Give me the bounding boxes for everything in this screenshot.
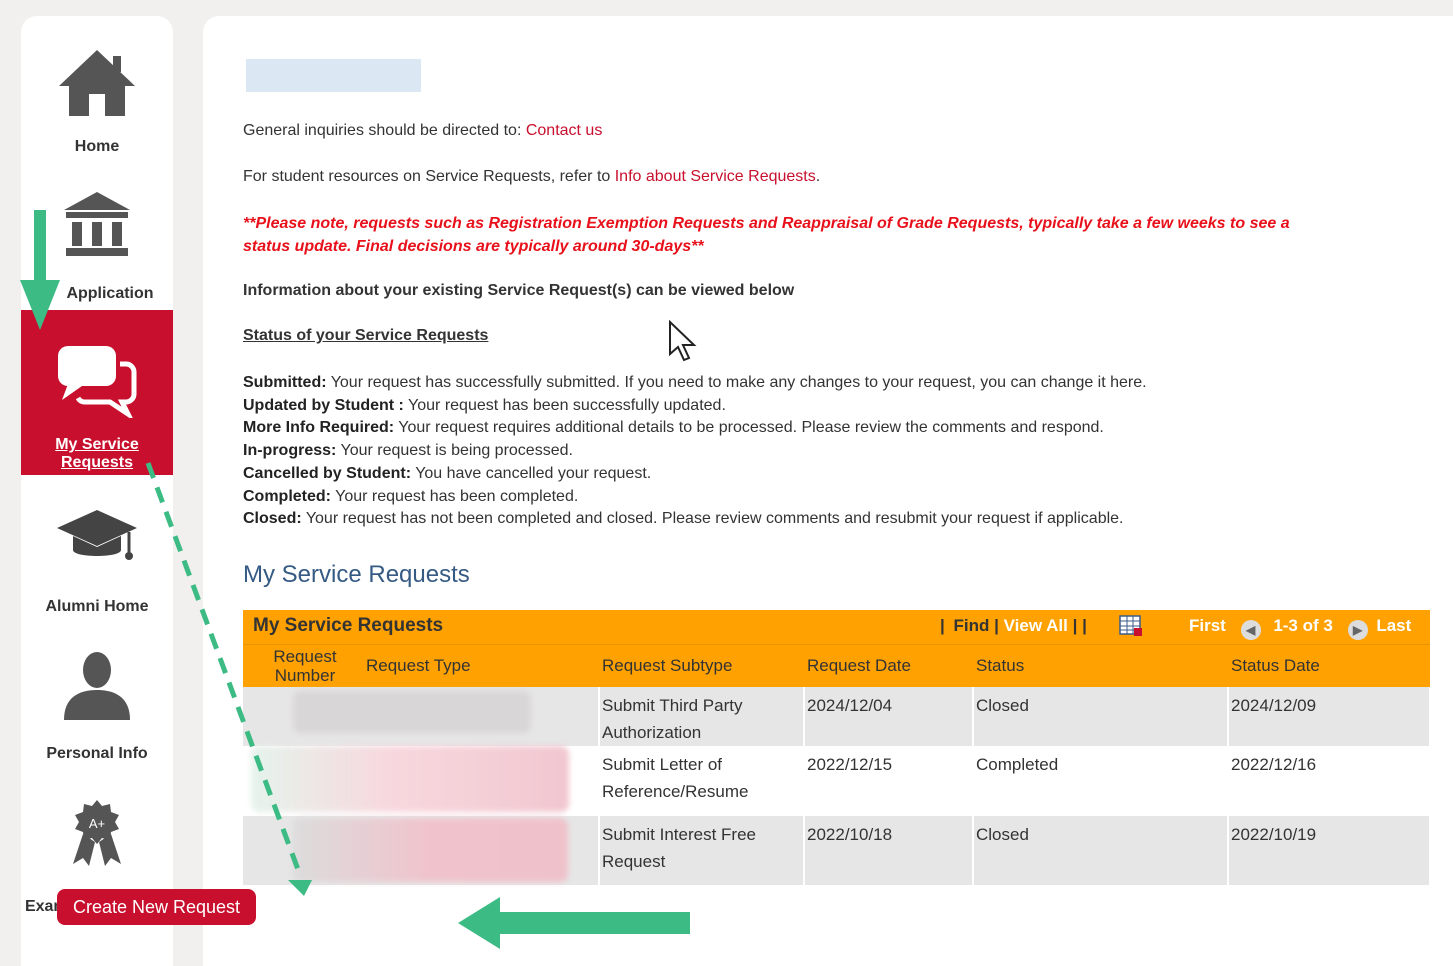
col-request-number[interactable]: Request Number bbox=[270, 647, 340, 685]
sidebar-item-my-service-requests[interactable]: My Service Requests bbox=[21, 310, 173, 475]
info-service-requests-link[interactable]: Info about Service Requests bbox=[615, 168, 816, 185]
sidebar-item-label: Home bbox=[74, 138, 120, 155]
svg-text:A+: A+ bbox=[89, 816, 105, 831]
status-def: Cancelled by Student: You have cancelled… bbox=[243, 464, 652, 482]
request-date-cell: 2024/12/04 bbox=[804, 687, 974, 746]
separator: | bbox=[940, 616, 945, 635]
table-row[interactable]: Submit Third Party Authorization 2024/12… bbox=[243, 687, 1431, 746]
status-cell: Closed bbox=[973, 816, 1229, 885]
chat-bubbles-icon bbox=[58, 346, 137, 418]
page-range: 1-3 of 3 bbox=[1273, 616, 1333, 635]
sidebar-item-alumni-home[interactable]: Alumni Home bbox=[21, 506, 173, 616]
resources-end: . bbox=[815, 168, 821, 185]
table-row[interactable]: Submit Interest Free Request 2022/10/18 … bbox=[243, 816, 1431, 885]
requests-table: Submit Third Party Authorization 2024/12… bbox=[243, 687, 1431, 885]
status-def: Completed: Your request has been complet… bbox=[243, 487, 579, 505]
resources-text: For student resources on Service Request… bbox=[243, 168, 615, 185]
person-icon bbox=[64, 652, 130, 720]
contact-us-link[interactable]: Contact us bbox=[526, 122, 602, 139]
page-title-redacted bbox=[246, 59, 421, 92]
inquiries-line: General inquiries should be directed to:… bbox=[243, 122, 602, 140]
status-definitions: Submitted: Your request has successfully… bbox=[243, 372, 1147, 531]
status-cell: Completed bbox=[973, 746, 1229, 816]
warning-notice: **Please note, requests such as Registra… bbox=[243, 215, 1290, 255]
main-panel: General inquiries should be directed to:… bbox=[203, 16, 1453, 966]
view-all-link[interactable]: View All bbox=[1004, 616, 1068, 635]
graduation-cap-icon bbox=[57, 510, 137, 560]
grid-pager: First ◀ 1-3 of 3 ▶ Last bbox=[1189, 616, 1411, 640]
info-heading: Information about your existing Service … bbox=[243, 282, 795, 299]
grid-column-headers: Request Number Request Type Request Subt… bbox=[243, 644, 1430, 687]
service-requests-grid: My Service Requests | Find | View All | … bbox=[243, 610, 1431, 885]
status-def: In-progress: Your request is being proce… bbox=[243, 442, 573, 460]
request-subtype-cell: Submit Letter of Reference/Resume bbox=[599, 746, 805, 816]
sidebar-item-label: Application bbox=[66, 285, 154, 302]
section-title: My Service Requests bbox=[243, 561, 470, 588]
status-date-cell: 2022/10/19 bbox=[1228, 816, 1431, 885]
separator: | bbox=[1072, 616, 1078, 635]
status-heading: Status of your Service Requests bbox=[243, 327, 489, 344]
sidebar-item-label: Alumni Home bbox=[45, 598, 149, 615]
institution-icon bbox=[64, 192, 130, 256]
request-date-cell: 2022/10/18 bbox=[804, 816, 974, 885]
next-icon[interactable]: ▶ bbox=[1347, 620, 1368, 640]
mouse-cursor-icon bbox=[669, 320, 697, 362]
request-date-cell: 2022/12/15 bbox=[804, 746, 974, 816]
status-def: More Info Required: Your request require… bbox=[243, 419, 1104, 437]
status-def: Updated by Student : Your request has be… bbox=[243, 396, 726, 414]
redacted-cell bbox=[243, 687, 600, 746]
col-request-subtype[interactable]: Request Subtype bbox=[602, 656, 732, 676]
sidebar-item-label: Personal Info bbox=[46, 745, 148, 762]
status-date-cell: 2022/12/16 bbox=[1228, 746, 1431, 816]
status-cell: Closed bbox=[973, 687, 1229, 746]
status-def: Closed: Your request has not been comple… bbox=[243, 510, 1124, 528]
sidebar: Home Application My Service Requests Alu… bbox=[21, 16, 173, 966]
resources-line: For student resources on Service Request… bbox=[243, 168, 820, 186]
prev-icon[interactable]: ◀ bbox=[1240, 620, 1261, 640]
status-def: Submitted: Your request has successfully… bbox=[243, 374, 1147, 391]
grid-title: My Service Requests bbox=[253, 615, 444, 636]
find-link[interactable]: Find bbox=[954, 616, 990, 635]
col-status-date[interactable]: Status Date bbox=[1231, 656, 1320, 676]
table-row[interactable]: Submit Letter of Reference/Resume 2022/1… bbox=[243, 746, 1431, 816]
inquiries-text: General inquiries should be directed to: bbox=[243, 122, 526, 139]
request-subtype-cell: Submit Third Party Authorization bbox=[599, 687, 805, 746]
col-status[interactable]: Status bbox=[976, 656, 1024, 676]
request-subtype-cell: Submit Interest Free Request bbox=[599, 816, 805, 885]
grid-header: My Service Requests | Find | View All | … bbox=[243, 610, 1430, 644]
award-ribbon-icon: A+ bbox=[73, 800, 121, 866]
redacted-cell bbox=[243, 816, 600, 885]
status-date-cell: 2024/12/09 bbox=[1228, 687, 1431, 746]
col-request-type[interactable]: Request Type bbox=[366, 656, 471, 676]
spreadsheet-download-icon[interactable] bbox=[1119, 615, 1143, 637]
grid-nav-left: | Find | View All | | bbox=[940, 616, 1087, 636]
sidebar-item-home[interactable]: Home bbox=[21, 46, 173, 166]
col-request-date[interactable]: Request Date bbox=[807, 656, 911, 676]
first-link[interactable]: First bbox=[1189, 616, 1226, 635]
separator: | bbox=[1082, 616, 1087, 635]
last-link[interactable]: Last bbox=[1376, 616, 1411, 635]
separator: | bbox=[994, 616, 999, 635]
sidebar-item-personal-info[interactable]: Personal Info bbox=[21, 650, 173, 770]
create-new-request-button[interactable]: Create New Request bbox=[57, 889, 256, 925]
home-icon bbox=[59, 50, 135, 116]
sidebar-item-label: My Service Requests bbox=[55, 436, 139, 471]
sidebar-item-application[interactable]: Application bbox=[21, 190, 173, 310]
redacted-cell bbox=[243, 746, 600, 816]
